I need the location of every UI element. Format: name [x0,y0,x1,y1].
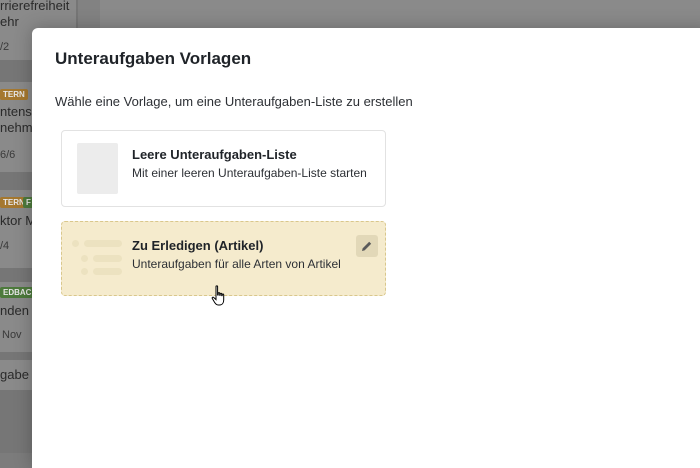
subtask-templates-dialog: Unteraufgaben Vorlagen Wähle eine Vorlag… [32,28,700,468]
template-title: Zu Erledigen (Artikel) [132,238,264,253]
card-title: gabe [0,367,29,382]
card-meta: /4 [0,240,10,252]
blank-list-thumbnail [77,143,118,194]
template-title: Leere Unteraufgaben-Liste [132,147,297,162]
card-meta: Nov [2,329,22,341]
dialog-subtitle: Wähle eine Vorlage, um eine Unteraufgabe… [55,94,413,109]
template-todo-article[interactable]: Zu Erledigen (Artikel) Unteraufgaben für… [61,221,386,296]
card-tag: TERN [0,89,28,100]
card-title-line2: nehm [0,120,33,135]
pencil-icon [362,241,372,251]
task-detail-header-background [100,0,700,30]
card-title: nden [0,303,29,318]
edit-template-button[interactable] [356,235,378,257]
card-title-line2: ehr [0,14,19,29]
template-description: Mit einer leeren Unteraufgaben-Liste sta… [132,166,367,180]
card-meta: 6/6 [0,149,16,161]
card-title: rrierefreiheit [0,0,70,13]
checklist-thumbnail [72,236,127,286]
template-description: Unteraufgaben für alle Arten von Artikel [132,257,341,271]
card-meta: /2 [0,41,10,53]
dialog-title: Unteraufgaben Vorlagen [55,49,252,68]
template-blank-list[interactable]: Leere Unteraufgaben-Liste Mit einer leer… [61,130,386,207]
card-title: ktor M [0,213,37,228]
